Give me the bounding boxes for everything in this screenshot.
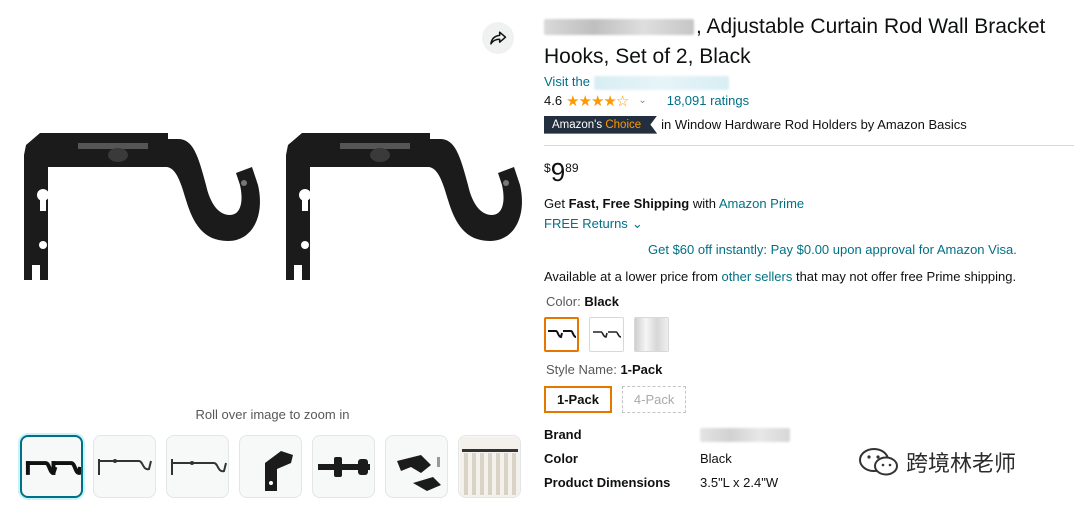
color-swatch-black[interactable] [544,316,579,352]
color-label: Color: Black [546,294,1074,309]
badge-left: Amazon's [552,118,603,131]
color-swatch-silver[interactable] [634,316,669,352]
chevron-down-icon[interactable]: ⌄ [638,95,646,106]
thumbnail-4[interactable] [239,435,302,498]
style-label: Style Name: 1-Pack [546,362,1074,377]
rating-row: 4.6 ★★★★☆ ⌄ 18,091 ratings [544,92,1074,110]
style-option-4-pack[interactable]: 4-Pack [621,385,687,413]
share-button[interactable] [482,22,514,54]
product-info: , Adjustable Curtain Rod Wall Bracket Ho… [544,12,1074,495]
redacted-brand [544,19,694,36]
spec-key: Color [544,451,578,467]
price: $ 9 89 [544,158,1074,186]
price-symbol: $ [544,160,551,175]
bracket-right [286,133,522,280]
color-swatches [544,316,1074,352]
main-product-image[interactable] [18,115,533,295]
bracket-swatch-icon [592,331,621,338]
amazon-prime-link[interactable]: Amazon Prime [719,196,804,211]
bracket-swatch-icon [547,330,576,339]
ratings-link[interactable]: 18,091 ratings [667,93,749,108]
badge-category-text: in Window Hardware Rod Holders by Amazon… [661,117,967,133]
store-link[interactable]: Visit the [544,74,1074,90]
price-fraction: 89 [565,160,579,175]
thumbnail-7[interactable] [458,435,521,498]
free-returns-link[interactable]: FREE Returns ⌄ [544,216,1074,232]
zoom-hint: Roll over image to zoom in [195,407,350,422]
wechat-icon [859,448,898,476]
thumbnail-3[interactable] [166,435,229,498]
product-title: , Adjustable Curtain Rod Wall Bracket Ho… [544,12,1074,72]
bracket-parts-icon [396,454,441,491]
thumbnail-strip [20,435,521,498]
free-returns-label: FREE Returns [544,216,628,232]
chevron-down-icon: ⌄ [631,215,643,231]
spec-key: Product Dimensions [544,475,671,491]
shipping-prefix: Get [544,195,565,211]
shipping-info: Get Fast, Free Shipping with Amazon Prim… [544,196,1074,211]
bracket-left [24,133,260,280]
style-selected-value: 1-Pack [620,361,663,377]
thumbnail-5[interactable] [312,435,375,498]
share-arrow-icon [490,31,507,45]
spec-value: 3.5"L x 2.4"W [700,475,779,491]
color-swatch-black-alt[interactable] [589,316,624,352]
thumbnail-2[interactable] [93,435,156,498]
divider [544,144,1074,146]
wechat-watermark: 跨境林老师 [858,446,1016,478]
lower-price-suffix: that may not offer free Prime shipping. [795,268,1017,284]
redacted-brand-value [700,428,790,443]
spec-value [700,427,790,443]
star-rating-icon[interactable]: ★★★★☆ [566,92,629,110]
color-label-text: Color: [546,293,581,309]
curtain-rod-icon [459,436,520,497]
bracket-rod-icon [170,458,227,475]
style-options: 1-Pack 4-Pack [544,385,1074,413]
spec-value: Black [700,451,732,467]
other-sellers-link[interactable]: other sellers [722,269,793,284]
lower-price-prefix: Available at a lower price from [544,268,718,284]
shipping-bold: Fast, Free Shipping [568,195,690,211]
rod-end-icon [317,456,370,477]
thumbnail-1[interactable] [20,435,83,498]
rating-value: 4.6 [544,93,563,109]
bracket-rod-icon [97,458,152,475]
redacted-store-name [593,75,729,90]
bracket-side-icon [264,450,293,491]
shipping-with: with [692,195,716,211]
lower-price-notice: Available at a lower price from other se… [544,269,1074,284]
style-label-text: Style Name: [546,361,617,377]
spec-row-brand: Brand [544,423,1074,447]
amazons-choice-badge[interactable]: Amazon's Choice [544,115,658,134]
spec-key: Brand [544,427,582,443]
price-whole: 9 [550,156,566,187]
badge-right: Choice [605,118,642,131]
bracket-pair-icon [25,460,81,475]
amazons-choice-row: Amazon's Choice in Window Hardware Rod H… [544,115,1074,134]
thumbnail-6[interactable] [385,435,448,498]
store-prefix: Visit the [544,74,591,89]
watermark-text: 跨境林老师 [906,451,1017,476]
color-selected-value: Black [584,293,620,309]
style-option-1-pack[interactable]: 1-Pack [544,385,612,413]
visa-offer-link[interactable]: Get $60 off instantly: Pay $0.00 upon ap… [648,242,1074,257]
